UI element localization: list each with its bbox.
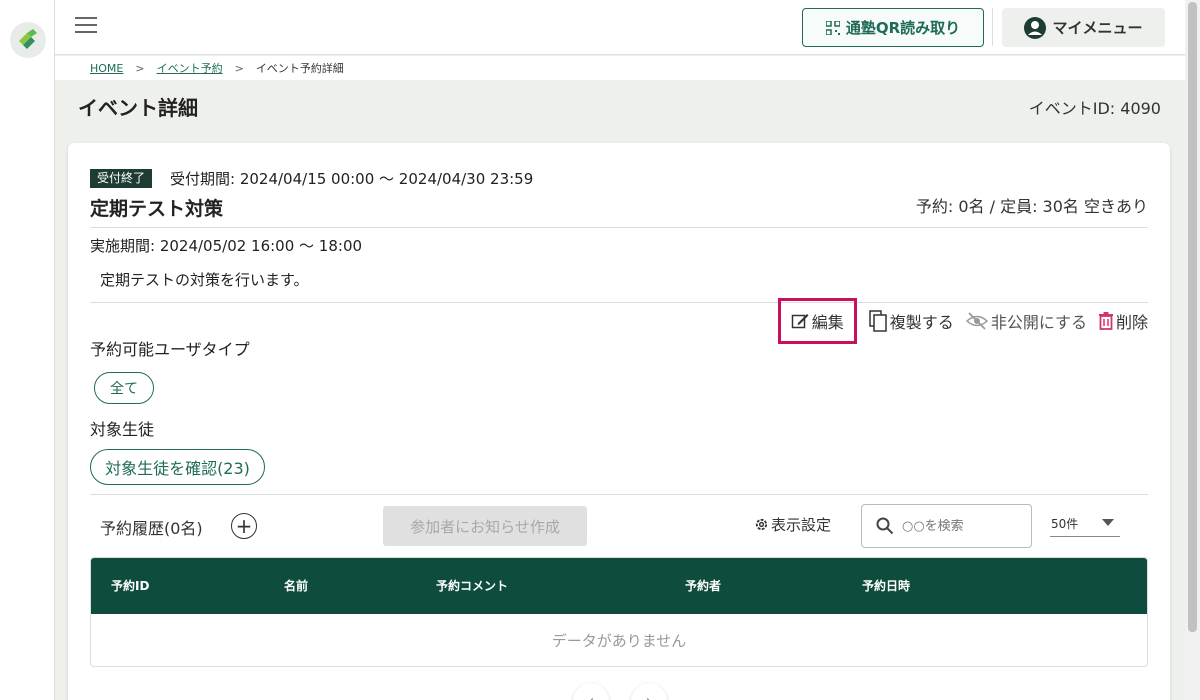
app-logo-icon[interactable]	[10, 22, 46, 58]
duplicate-label: 複製する	[889, 313, 954, 332]
breadcrumb: HOME > イベント予約 > イベント予約詳細	[55, 56, 1185, 80]
trash-icon	[1098, 312, 1113, 330]
per-page-value: 50件	[1051, 516, 1079, 531]
account-circle-icon	[1024, 16, 1047, 39]
notify-participants-button[interactable]: 参加者にお知らせ作成	[383, 506, 587, 546]
scrollbar-thumb[interactable]	[1188, 2, 1197, 632]
search-field[interactable]	[861, 504, 1032, 548]
gear-icon	[755, 518, 768, 531]
search-icon	[876, 517, 894, 535]
event-id: イベントID: 4090	[1028, 99, 1161, 118]
table-header-row: 予約ID 名前 予約コメント 予約者 予約日時	[91, 558, 1147, 614]
search-input[interactable]	[902, 518, 1022, 534]
eye-off-icon	[965, 312, 988, 330]
user-type-label: 予約可能ユーザタイプ	[90, 340, 250, 359]
breadcrumb-separator: >	[234, 61, 244, 75]
divider	[90, 302, 1148, 303]
column-header-reserver[interactable]: 予約者	[685, 577, 721, 594]
divider	[90, 227, 1148, 228]
target-students-label: 対象生徒	[90, 420, 155, 439]
add-reservation-button[interactable]: +	[231, 513, 257, 539]
event-description: 定期テストの対策を行います。	[100, 271, 309, 289]
user-type-pill: 全て	[94, 372, 154, 404]
display-settings-label: 表示設定	[771, 516, 832, 534]
duplicate-button[interactable]: 複製する	[869, 309, 954, 333]
column-header-reservation-id[interactable]: 予約ID	[111, 577, 149, 594]
reception-period: 受付期間: 2024/04/15 00:00 ～ 2024/04/30 23:5…	[170, 170, 534, 188]
unpublish-label: 非公開にする	[990, 313, 1087, 332]
plus-icon: +	[235, 514, 253, 538]
edit-icon	[791, 314, 809, 329]
page-title: イベント詳細	[78, 96, 198, 120]
qr-scan-label: 通塾QR読み取り	[845, 19, 961, 37]
header-divider	[992, 8, 993, 46]
column-header-name[interactable]: 名前	[284, 577, 308, 594]
capacity-info: 予約: 0名 / 定員: 30名 空きあり	[915, 197, 1148, 216]
edit-button[interactable]: 編集	[777, 298, 857, 344]
event-name: 定期テスト対策	[90, 198, 224, 220]
breadcrumb-home[interactable]: HOME	[90, 62, 123, 75]
left-rail	[0, 0, 55, 700]
check-target-students-button[interactable]: 対象生徒を確認(23)	[90, 449, 265, 485]
qr-code-icon	[825, 20, 840, 35]
chevron-left-icon: ‹	[587, 691, 594, 700]
delete-label: 削除	[1115, 313, 1148, 332]
status-badge: 受付終了	[90, 169, 153, 188]
event-schedule: 実施期間: 2024/05/02 16:00 ～ 18:00	[90, 237, 363, 255]
column-header-reserved-at[interactable]: 予約日時	[862, 577, 910, 594]
breadcrumb-event-reservation[interactable]: イベント予約	[157, 60, 223, 76]
column-header-comment[interactable]: 予約コメント	[436, 577, 508, 594]
page-scrollbar[interactable]	[1185, 0, 1200, 700]
reservation-table: 予約ID 名前 予約コメント 予約者 予約日時 データがありません	[90, 557, 1148, 667]
chevron-right-icon: ›	[645, 691, 652, 700]
top-bar: 通塾QR読み取り マイメニュー	[55, 0, 1185, 55]
qr-scan-button[interactable]: 通塾QR読み取り	[802, 8, 984, 47]
chevron-down-icon	[1102, 519, 1114, 526]
edit-label: 編集	[811, 313, 844, 332]
per-page-select[interactable]: 50件	[1050, 510, 1120, 537]
pagination: ‹ ›	[573, 683, 667, 700]
breadcrumb-separator: >	[135, 61, 145, 75]
prev-page-button[interactable]: ‹	[573, 683, 609, 700]
my-menu-label: マイメニュー	[1052, 19, 1143, 37]
breadcrumb-current: イベント予約詳細	[255, 62, 344, 75]
delete-button[interactable]: 削除	[1098, 309, 1148, 333]
next-page-button[interactable]: ›	[631, 683, 667, 700]
divider	[90, 494, 1148, 495]
reservation-history-label: 予約履歴(0名)	[100, 519, 203, 538]
menu-icon[interactable]	[75, 17, 97, 35]
display-settings-button[interactable]: 表示設定	[754, 514, 831, 535]
my-menu-button[interactable]: マイメニュー	[1002, 8, 1165, 47]
unpublish-button[interactable]: 非公開にする	[965, 309, 1087, 333]
empty-table-message: データがありません	[551, 631, 687, 650]
copy-icon	[869, 310, 887, 332]
event-actions: 編集 複製する 非公開にする 削除	[777, 298, 1148, 344]
event-detail-card: 受付終了 受付期間: 2024/04/15 00:00 ～ 2024/04/30…	[68, 143, 1170, 700]
